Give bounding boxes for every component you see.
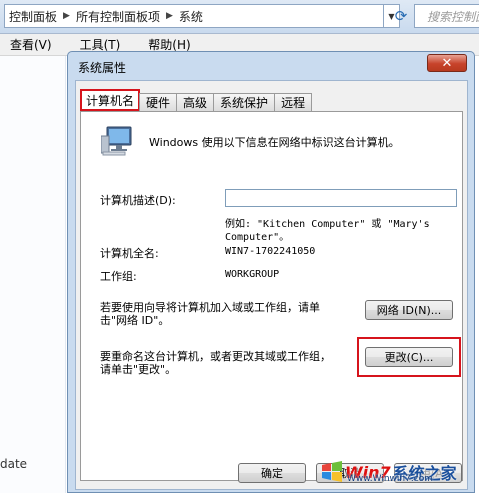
search-input[interactable]: 搜索控制面 xyxy=(414,4,479,28)
computer-name-panel: Windows 使用以下信息在网络中标识这台计算机。 计算机描述(D): 例如:… xyxy=(80,111,463,481)
network-text-line2: 击"网络 ID"。 xyxy=(100,314,170,327)
address-bar[interactable]: 控制面板 ▶ 所有控制面板项 ▶ 系统 xyxy=(4,4,384,28)
tab-system-protection[interactable]: 系统保护 xyxy=(213,93,276,111)
refresh-icon[interactable]: ⟳ xyxy=(390,6,412,26)
description-input[interactable] xyxy=(225,189,457,207)
full-name-label: 计算机全名: xyxy=(100,247,159,260)
navigation-pane xyxy=(0,56,66,493)
network-id-button[interactable]: 网络 ID(N)... xyxy=(365,300,453,320)
full-name-value: WIN7-1702241050 xyxy=(225,246,316,257)
tab-remote[interactable]: 远程 xyxy=(274,93,313,111)
chevron-right-icon[interactable]: ▶ xyxy=(166,11,173,21)
watermark-url: Www.Winwin7.com xyxy=(347,474,433,484)
breadcrumb-item[interactable]: 控制面板 xyxy=(9,8,57,25)
change-text-line2: 请单击"更改"。 xyxy=(100,363,177,376)
intro-text: Windows 使用以下信息在网络中标识这台计算机。 xyxy=(149,136,400,149)
tab-advanced[interactable]: 高级 xyxy=(176,93,215,111)
example-text-line2: Computer"。 xyxy=(225,232,290,243)
computer-icon xyxy=(101,126,132,156)
address-bar-area: 控制面板 ▶ 所有控制面板项 ▶ 系统 ▼ ⟳ 搜索控制面 xyxy=(0,0,479,34)
workgroup-label: 工作组: xyxy=(100,270,137,283)
dialog-body: 计算机名 硬件 高级 系统保护 远程 Windows 使用以下信息在网络中标识这… xyxy=(75,80,468,490)
menu-view[interactable]: 查看(V) xyxy=(10,36,52,53)
breadcrumb-item[interactable]: 系统 xyxy=(179,8,203,25)
search-placeholder: 搜索控制面 xyxy=(427,9,479,24)
change-button[interactable]: 更改(C)... xyxy=(365,347,453,367)
windows-logo-icon xyxy=(322,461,342,482)
side-text: date xyxy=(0,457,28,471)
tab-hardware[interactable]: 硬件 xyxy=(139,93,178,111)
workgroup-value: WORKGROUP xyxy=(225,269,280,280)
breadcrumb-item[interactable]: 所有控制面板项 xyxy=(76,8,160,25)
ok-button[interactable]: 确定 xyxy=(238,463,306,483)
dialog-title: 系统属性 xyxy=(78,61,127,75)
tab-strip: 计算机名 硬件 高级 系统保护 远程 xyxy=(80,89,313,111)
system-properties-dialog: 系统属性 ✕ 计算机名 硬件 高级 系统保护 远程 Windows 使用以下信息… xyxy=(67,51,475,493)
description-label: 计算机描述(D): xyxy=(100,194,176,207)
tab-computer-name[interactable]: 计算机名 xyxy=(80,89,141,111)
chevron-right-icon[interactable]: ▶ xyxy=(63,11,70,21)
close-button[interactable]: ✕ xyxy=(427,54,467,72)
watermark-logo: Win7 系统之家 Www.Winwin7.com xyxy=(321,457,471,487)
